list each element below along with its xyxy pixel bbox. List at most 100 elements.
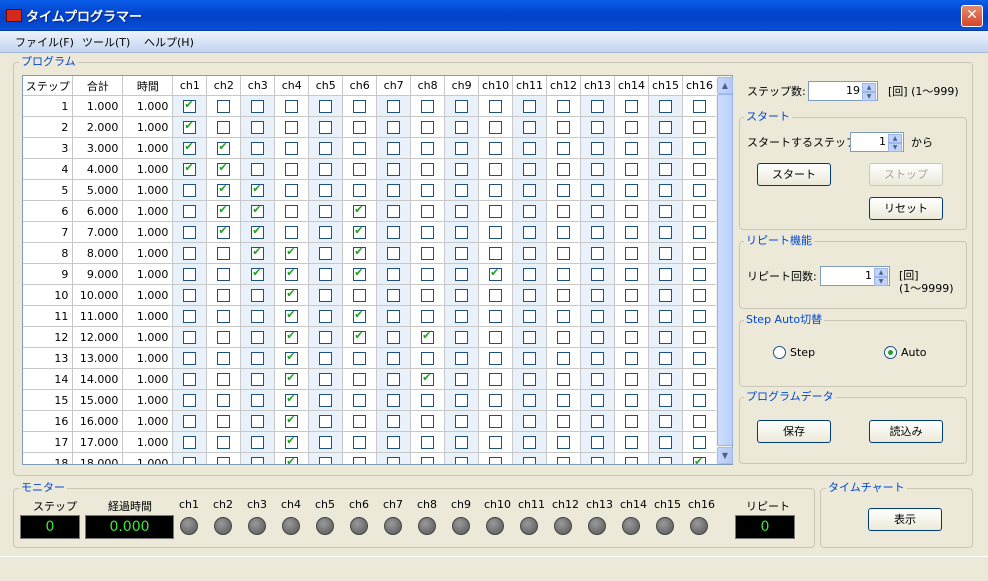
channel-checkbox[interactable]: [285, 434, 299, 449]
channel-checkbox[interactable]: [591, 99, 605, 113]
stop-button[interactable]: ストップ: [869, 163, 943, 186]
channel-checkbox[interactable]: [489, 393, 503, 407]
channel-checkbox[interactable]: [625, 162, 638, 176]
channel-checkbox[interactable]: [353, 203, 367, 218]
cell-time[interactable]: 1.000: [122, 326, 174, 348]
channel-checkbox[interactable]: [692, 267, 706, 281]
channel-checkbox[interactable]: [455, 246, 469, 260]
channel-checkbox[interactable]: [319, 309, 333, 323]
cell-step[interactable]: 5: [23, 179, 74, 201]
channel-checkbox[interactable]: [658, 225, 672, 239]
cell-time[interactable]: 1.000: [122, 116, 174, 138]
cell-time[interactable]: 1.000: [122, 221, 174, 243]
channel-checkbox[interactable]: [319, 246, 333, 260]
cell-time[interactable]: 1.000: [122, 410, 174, 432]
channel-checkbox[interactable]: [557, 435, 571, 449]
channel-checkbox[interactable]: [387, 120, 401, 134]
channel-checkbox[interactable]: [319, 330, 333, 344]
channel-checkbox[interactable]: [183, 456, 197, 464]
channel-checkbox[interactable]: [455, 204, 469, 218]
cell-step[interactable]: 17: [23, 431, 74, 453]
channel-checkbox[interactable]: [455, 372, 469, 386]
cell-total[interactable]: 2.000: [72, 116, 124, 138]
channel-checkbox[interactable]: [285, 371, 299, 386]
channel-checkbox[interactable]: [353, 414, 367, 428]
channel-checkbox[interactable]: [591, 162, 605, 176]
cell-total[interactable]: 13.000: [72, 347, 124, 369]
channel-checkbox[interactable]: [319, 435, 333, 449]
channel-checkbox[interactable]: [251, 162, 265, 176]
repeat-count-spinner[interactable]: 1 ▲ ▼: [820, 266, 890, 286]
channel-checkbox[interactable]: [285, 204, 299, 218]
channel-checkbox[interactable]: [387, 162, 401, 176]
channel-checkbox[interactable]: [591, 246, 605, 260]
channel-checkbox[interactable]: [183, 393, 197, 407]
channel-checkbox[interactable]: [557, 288, 571, 302]
channel-checkbox[interactable]: [421, 435, 435, 449]
channel-checkbox[interactable]: [285, 413, 299, 428]
channel-checkbox[interactable]: [319, 372, 333, 386]
cell-step[interactable]: 13: [23, 347, 74, 369]
channel-checkbox[interactable]: [387, 183, 401, 197]
channel-checkbox[interactable]: [353, 329, 367, 344]
channel-checkbox[interactable]: [625, 414, 638, 428]
channel-checkbox[interactable]: [183, 119, 197, 134]
channel-checkbox[interactable]: [421, 329, 435, 344]
cell-time[interactable]: 1.000: [122, 137, 174, 159]
channel-checkbox[interactable]: [455, 120, 469, 134]
channel-checkbox[interactable]: [217, 224, 231, 239]
channel-checkbox[interactable]: [591, 120, 605, 134]
channel-checkbox[interactable]: [692, 162, 706, 176]
cell-step[interactable]: 10: [23, 284, 74, 306]
channel-checkbox[interactable]: [387, 246, 401, 260]
channel-checkbox[interactable]: [455, 309, 469, 323]
show-timechart-button[interactable]: 表示: [868, 508, 942, 531]
menu-help[interactable]: ヘルプ(H): [144, 34, 194, 50]
channel-checkbox[interactable]: [591, 372, 605, 386]
channel-checkbox[interactable]: [217, 182, 231, 197]
channel-checkbox[interactable]: [387, 309, 401, 323]
cell-total[interactable]: 12.000: [72, 326, 124, 348]
channel-checkbox[interactable]: [217, 120, 231, 134]
cell-time[interactable]: 1.000: [122, 200, 174, 222]
cell-time[interactable]: 1.000: [122, 158, 174, 180]
channel-checkbox[interactable]: [319, 183, 333, 197]
channel-checkbox[interactable]: [353, 372, 367, 386]
spin-up-icon[interactable]: ▲: [874, 268, 888, 277]
channel-checkbox[interactable]: [557, 141, 571, 155]
channel-checkbox[interactable]: [557, 267, 571, 281]
channel-checkbox[interactable]: [387, 330, 401, 344]
cell-total[interactable]: 14.000: [72, 368, 124, 390]
channel-checkbox[interactable]: [319, 120, 333, 134]
channel-checkbox[interactable]: [387, 267, 401, 281]
channel-checkbox[interactable]: [455, 456, 469, 464]
channel-checkbox[interactable]: [658, 414, 672, 428]
channel-checkbox[interactable]: [523, 414, 537, 428]
channel-checkbox[interactable]: [183, 161, 197, 176]
channel-checkbox[interactable]: [285, 266, 299, 281]
channel-checkbox[interactable]: [387, 225, 401, 239]
channel-checkbox[interactable]: [251, 224, 265, 239]
channel-checkbox[interactable]: [217, 351, 231, 365]
channel-checkbox[interactable]: [557, 330, 571, 344]
close-button[interactable]: ✕: [961, 5, 983, 27]
cell-step[interactable]: 8: [23, 242, 74, 264]
scroll-up-icon[interactable]: ▲: [717, 77, 733, 94]
channel-checkbox[interactable]: [251, 245, 265, 260]
cell-total[interactable]: 10.000: [72, 284, 124, 306]
channel-checkbox[interactable]: [217, 140, 231, 155]
channel-checkbox[interactable]: [353, 266, 367, 281]
channel-checkbox[interactable]: [692, 120, 706, 134]
scroll-down-icon[interactable]: ▼: [717, 447, 733, 464]
channel-checkbox[interactable]: [421, 288, 435, 302]
channel-checkbox[interactable]: [591, 141, 605, 155]
cell-time[interactable]: 1.000: [122, 242, 174, 264]
channel-checkbox[interactable]: [285, 329, 299, 344]
auto-radio[interactable]: [884, 346, 897, 359]
channel-checkbox[interactable]: [251, 330, 265, 344]
channel-checkbox[interactable]: [625, 141, 638, 155]
channel-checkbox[interactable]: [455, 414, 469, 428]
channel-checkbox[interactable]: [387, 204, 401, 218]
channel-checkbox[interactable]: [387, 351, 401, 365]
cell-time[interactable]: 1.000: [122, 305, 174, 327]
